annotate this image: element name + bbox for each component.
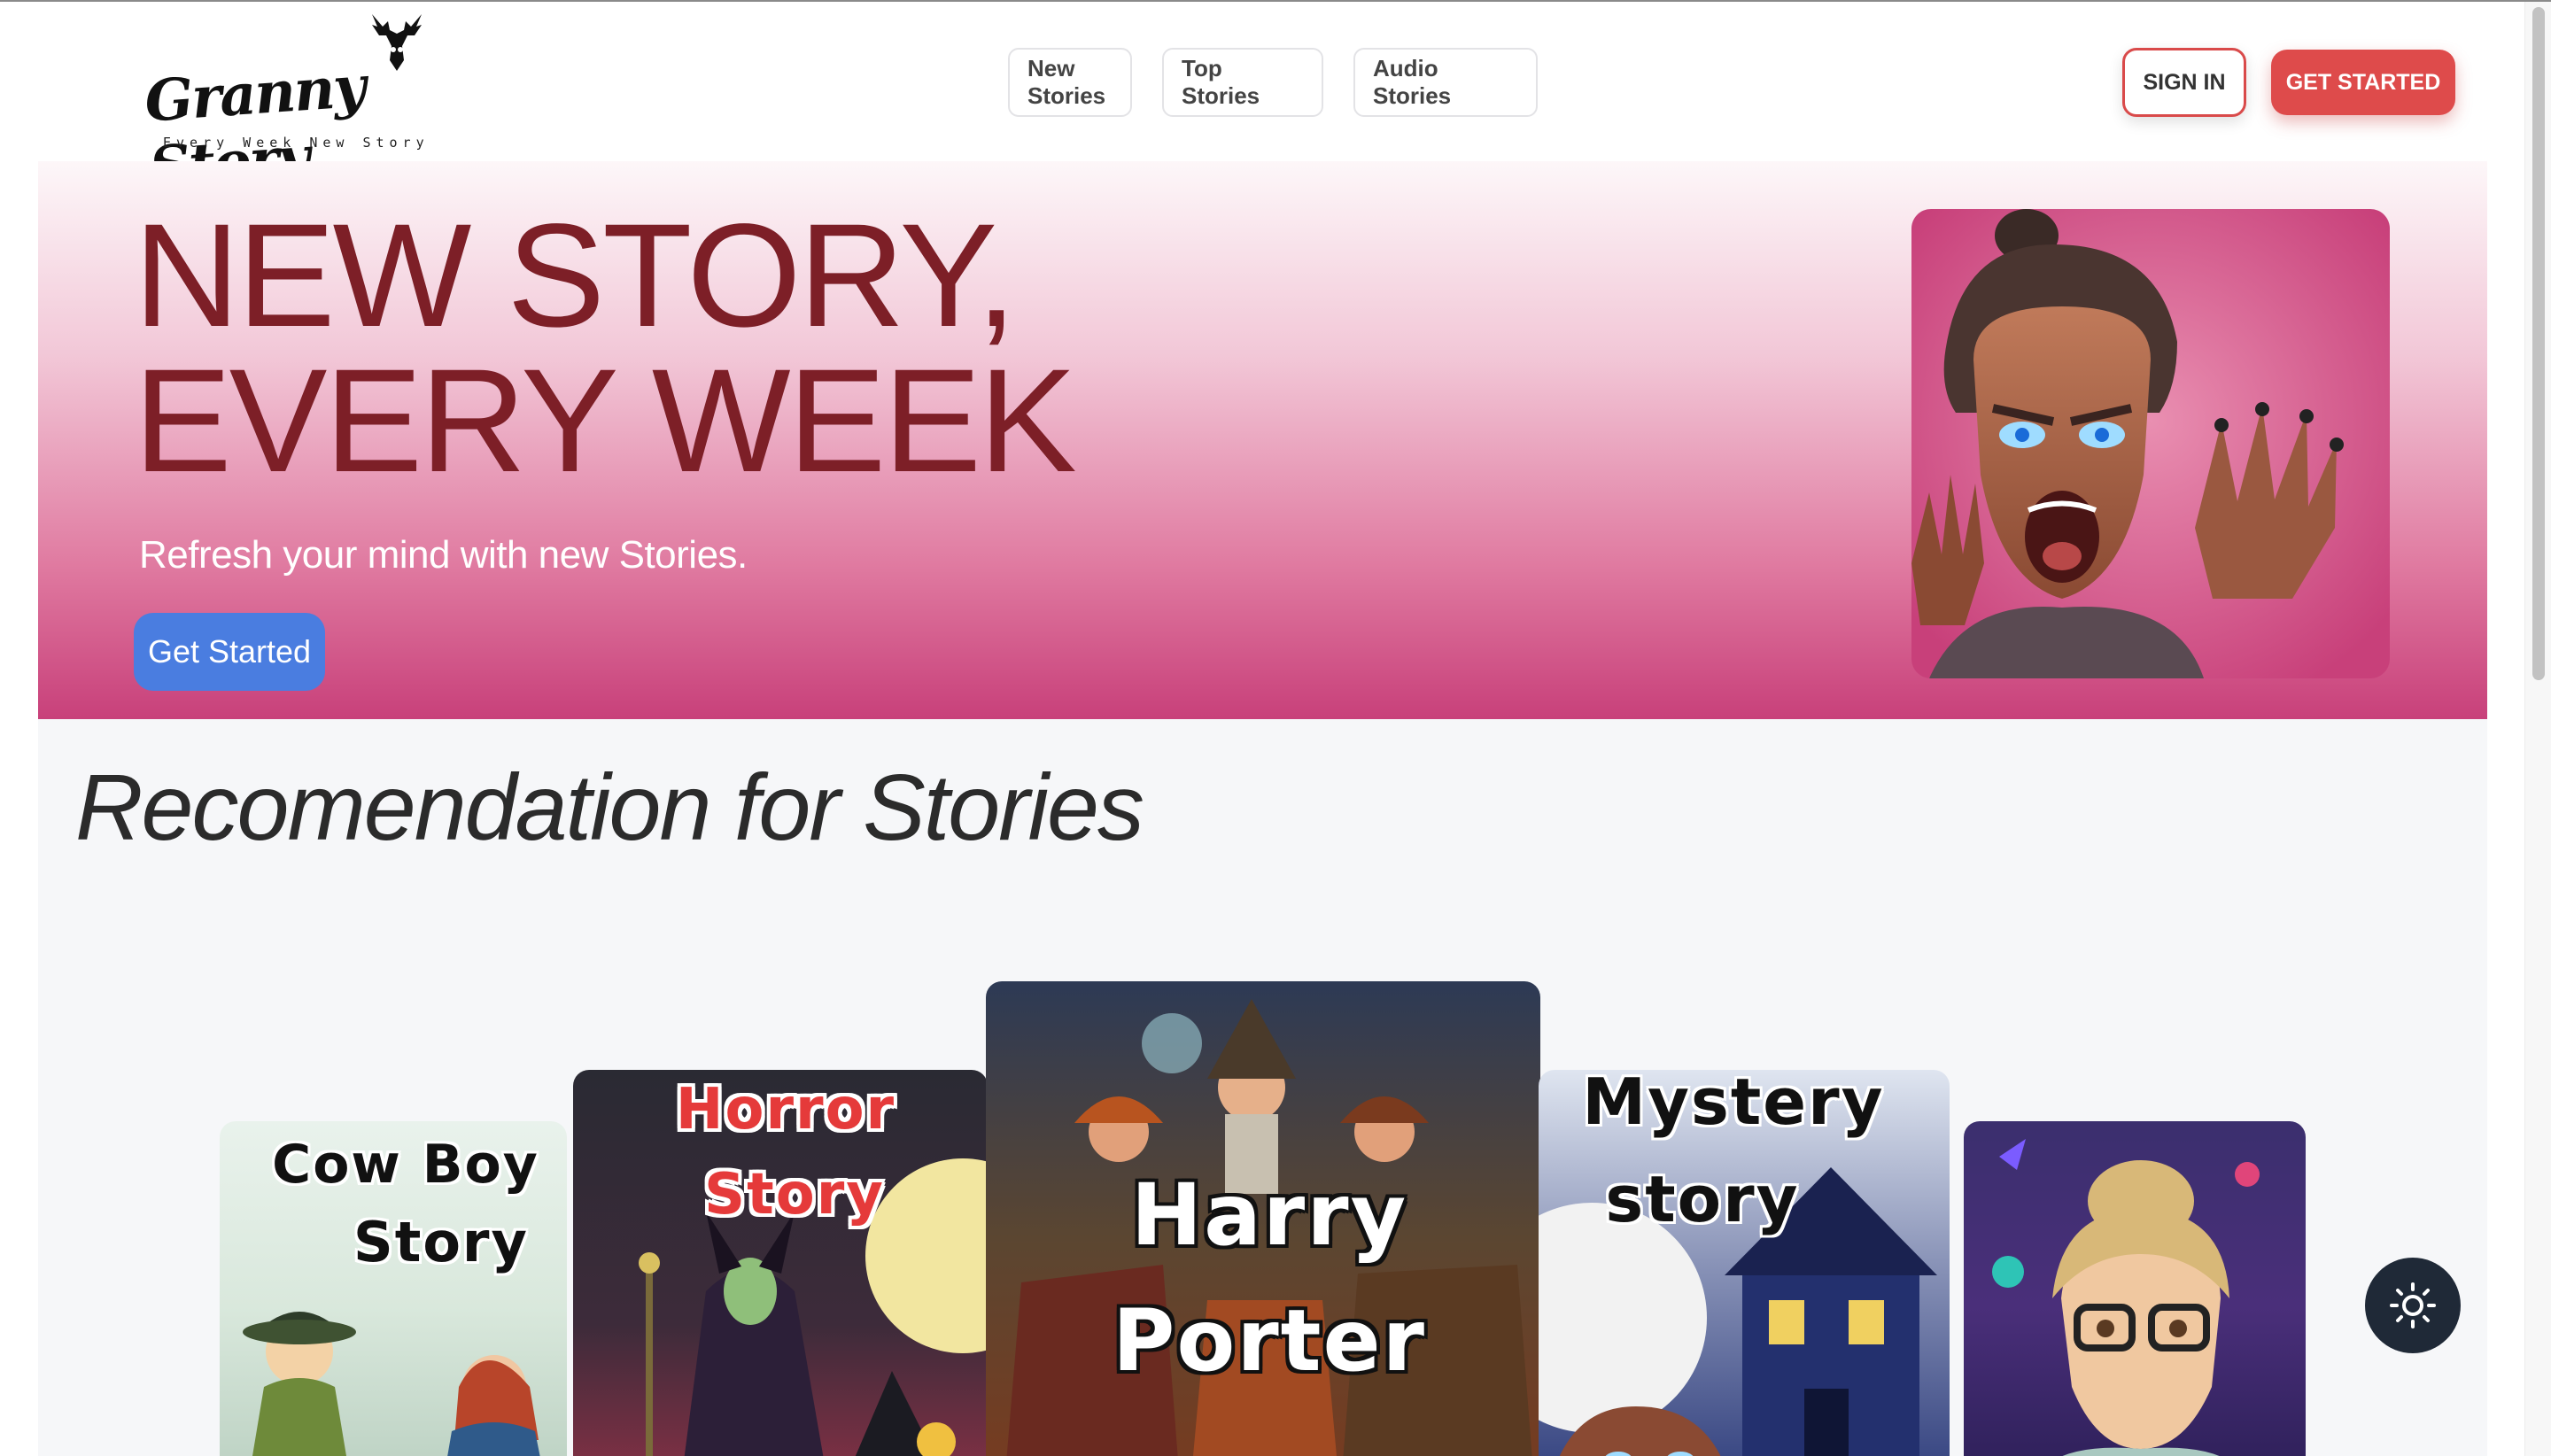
story-card-mystery-line2: story: [1605, 1162, 1800, 1236]
hero-banner: NEW STORY, EVERY WEEK Refresh your mind …: [38, 161, 2487, 719]
hero-title: NEW STORY, EVERY WEEK: [134, 194, 1077, 503]
story-card-mystery-line1: Mystery: [1582, 1070, 1885, 1139]
main-nav: New Stories Top Stories Audio Stories: [1008, 48, 1538, 117]
recommendations-title: Recomendation for Stories: [75, 755, 1144, 860]
hero-granny-illustration: [1911, 209, 2390, 678]
story-card-horror[interactable]: Horror Story: [573, 1070, 988, 1456]
hero-subtitle: Refresh your mind with new Stories.: [139, 533, 748, 577]
brand-logo[interactable]: Granny Story Every Week New Story: [142, 9, 443, 201]
hero-title-line2: EVERY WEEK: [134, 339, 1077, 503]
story-card-horror-line2: Story: [704, 1162, 885, 1228]
story-card-mystery[interactable]: Mystery story: [1539, 1070, 1950, 1456]
nav-new-stories[interactable]: New Stories: [1008, 48, 1132, 117]
theme-toggle-button[interactable]: [2365, 1258, 2461, 1353]
story-card-horror-line1: Horror: [675, 1077, 896, 1142]
sun-icon: [2390, 1282, 2436, 1328]
story-card-harry-porter-line2: Porter: [1113, 1291, 1426, 1390]
header-get-started-button[interactable]: GET STARTED: [2271, 50, 2455, 115]
hero-get-started-button[interactable]: Get Started: [134, 613, 325, 691]
nav-top-stories[interactable]: Top Stories: [1162, 48, 1323, 117]
story-card-harry-porter[interactable]: Harry Porter: [986, 981, 1540, 1456]
story-card-harry-porter-line1: Harry: [1130, 1166, 1408, 1265]
story-card-cowboy[interactable]: Cow Boy Story: [220, 1121, 567, 1456]
story-card-cowboy-line2: Story: [353, 1210, 529, 1274]
site-header: Granny Story Every Week New Story New St…: [0, 2, 2524, 201]
scrollbar-thumb[interactable]: [2532, 7, 2545, 680]
page-scrollbar[interactable]: [2524, 2, 2551, 1456]
story-card-cowboy-line1: Cow Boy: [272, 1134, 539, 1196]
story-card-girl[interactable]: [1964, 1121, 2306, 1456]
sign-in-button[interactable]: SIGN IN: [2122, 48, 2246, 117]
brand-tagline: Every Week New Story: [163, 135, 430, 151]
recommendations-section: Recomendation for Stories Cow Boy Story: [38, 719, 2487, 1456]
hero-title-line1: NEW STORY,: [134, 194, 1017, 358]
nav-audio-stories[interactable]: Audio Stories: [1353, 48, 1538, 117]
